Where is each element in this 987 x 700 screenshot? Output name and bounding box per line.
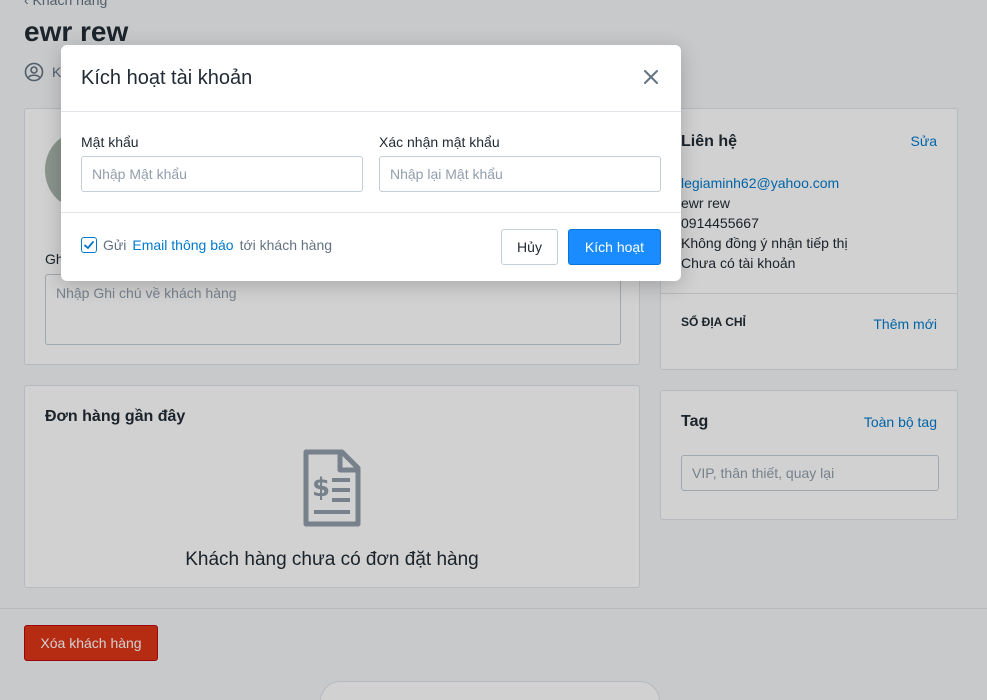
password-input[interactable]: [81, 156, 363, 192]
send-prefix-text: Gửi: [103, 237, 127, 253]
close-icon[interactable]: [641, 67, 661, 87]
modal-footer-divider: [61, 212, 681, 213]
email-notification-link[interactable]: Email thông báo: [132, 237, 233, 253]
cancel-button[interactable]: Hủy: [501, 229, 558, 265]
send-email-option[interactable]: Gửi Email thông báo tới khách hàng: [81, 237, 332, 253]
send-suffix-text: tới khách hàng: [239, 237, 333, 253]
modal-title: Kích hoạt tài khoản: [81, 67, 253, 89]
send-email-checkbox[interactable]: [81, 237, 97, 253]
password-label: Mật khẩu: [81, 134, 139, 150]
confirm-password-input[interactable]: [379, 156, 661, 192]
activate-button[interactable]: Kích hoạt: [568, 229, 661, 265]
activate-account-modal: Kích hoạt tài khoản Mật khẩu Xác nhận mậ…: [61, 45, 681, 281]
confirm-password-label: Xác nhận mật khẩu: [379, 134, 500, 150]
checkmark-icon: [84, 241, 94, 249]
modal-header-divider: [61, 111, 681, 112]
